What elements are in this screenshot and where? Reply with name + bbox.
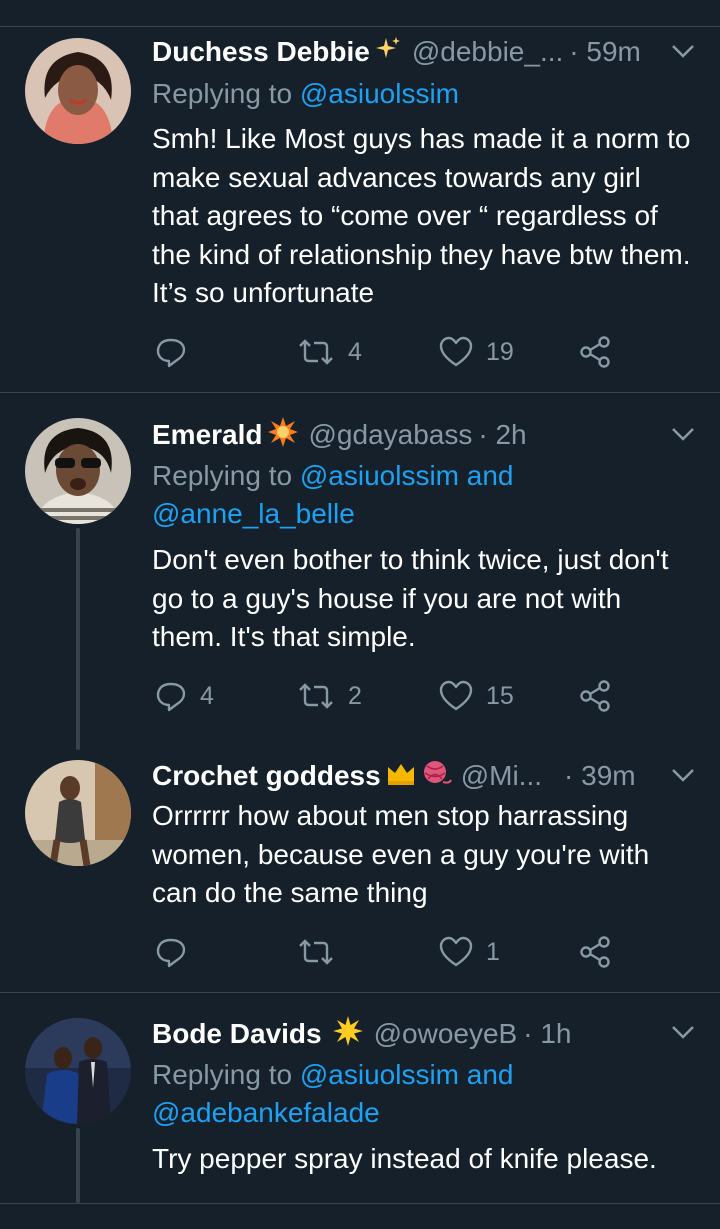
- reply-icon: [156, 338, 186, 368]
- star-icon: [332, 1015, 364, 1054]
- replying-label: Replying to: [152, 1059, 300, 1090]
- action-bar: 4 2 15: [152, 676, 700, 716]
- share-button[interactable]: [578, 932, 612, 972]
- retweet-count: 2: [348, 681, 362, 710]
- thread-connector: [76, 1128, 80, 1203]
- heart-icon: [439, 680, 473, 711]
- timestamp[interactable]: · 2h: [478, 419, 526, 451]
- mention-link[interactable]: @asiuolssim: [300, 78, 459, 109]
- sparkles-icon: [374, 35, 402, 70]
- replying-label: Replying to: [152, 78, 300, 109]
- display-name[interactable]: Bode Davids: [152, 1018, 322, 1050]
- display-name[interactable]: Duchess Debbie: [152, 36, 370, 68]
- like-button[interactable]: 19: [438, 332, 514, 372]
- heart-icon: [439, 336, 473, 367]
- avatar[interactable]: [25, 760, 131, 866]
- tweet-text: Try pepper spray instead of knife please…: [152, 1143, 657, 1174]
- share-icon: [580, 336, 610, 368]
- like-count: 15: [486, 681, 514, 710]
- share-icon: [580, 936, 610, 968]
- share-icon: [580, 680, 610, 712]
- tweet-header: Emerald @gdayabass · 2h: [152, 415, 700, 455]
- like-count: 1: [486, 937, 500, 966]
- chevron-down-icon[interactable]: [668, 419, 698, 449]
- replying-to: Replying to @asiuolssim and @adebankefal…: [152, 1056, 572, 1132]
- chevron-down-icon[interactable]: [668, 1017, 698, 1047]
- timestamp[interactable]: · 59m: [569, 36, 641, 68]
- reply-count: 4: [200, 681, 214, 710]
- retweet-icon: [299, 683, 333, 709]
- reply-button[interactable]: 4: [154, 676, 214, 716]
- crown-icon: [385, 759, 417, 794]
- tweet-bode-davids[interactable]: Bode Davids @owoeyeB · 1h Replying to @a…: [0, 993, 720, 1203]
- retweet-count: 4: [348, 337, 362, 366]
- yarn-icon: [421, 758, 453, 795]
- reply-icon: [156, 682, 186, 712]
- tweet-crochet-goddess[interactable]: Crochet goddess @Mi... · 39m Orrrrrr how…: [0, 750, 720, 992]
- divider: [0, 1203, 720, 1204]
- tweet-emerald[interactable]: Emerald @gdayabass · 2h Replying to @asi…: [0, 393, 720, 750]
- user-handle[interactable]: @owoeyeB: [374, 1018, 518, 1050]
- timestamp[interactable]: · 39m: [564, 760, 636, 792]
- replying-label: Replying to: [152, 460, 300, 491]
- like-count: 19: [486, 337, 514, 366]
- tweet-text: Smh! Like Most guys has made it a norm t…: [152, 123, 691, 308]
- retweet-button[interactable]: [296, 932, 348, 972]
- reply-icon: [156, 938, 186, 968]
- share-button[interactable]: [578, 332, 612, 372]
- tweet-duchess-debbie[interactable]: Duchess Debbie @debbie_... · 59m Replyin…: [0, 0, 720, 392]
- reply-button[interactable]: [154, 332, 200, 372]
- tweet-text: Orrrrrr how about men stop harrassing wo…: [152, 800, 650, 908]
- replying-to: Replying to @asiuolssim and @anne_la_bel…: [152, 457, 572, 533]
- share-button[interactable]: [578, 676, 612, 716]
- like-button[interactable]: 1: [438, 932, 500, 972]
- retweet-icon: [299, 339, 333, 365]
- user-handle[interactable]: @Mi...: [461, 760, 542, 792]
- avatar[interactable]: [25, 1018, 131, 1124]
- replying-to: Replying to @asiuolssim: [152, 75, 690, 113]
- collision-icon: [267, 416, 299, 455]
- avatar[interactable]: [25, 38, 131, 144]
- timestamp[interactable]: · 1h: [523, 1018, 571, 1050]
- reply-button[interactable]: [154, 932, 200, 972]
- tweet-header: Crochet goddess @Mi... · 39m: [152, 756, 700, 796]
- user-handle[interactable]: @debbie_...: [412, 36, 563, 68]
- thread-connector: [76, 528, 80, 750]
- tweet-header: Duchess Debbie @debbie_... · 59m: [152, 32, 700, 72]
- avatar[interactable]: [25, 418, 131, 524]
- retweet-button[interactable]: 4: [296, 332, 362, 372]
- chevron-down-icon[interactable]: [668, 760, 698, 790]
- display-name[interactable]: Crochet goddess: [152, 760, 381, 792]
- user-handle[interactable]: @gdayabass: [309, 419, 473, 451]
- action-bar: 1: [152, 932, 700, 972]
- display-name[interactable]: Emerald: [152, 419, 263, 451]
- retweet-button[interactable]: 2: [296, 676, 362, 716]
- action-bar: 4 19: [152, 332, 700, 372]
- like-button[interactable]: 15: [438, 676, 514, 716]
- chevron-down-icon[interactable]: [668, 36, 698, 66]
- tweet-header: Bode Davids @owoeyeB · 1h: [152, 1014, 700, 1054]
- heart-icon: [439, 936, 473, 967]
- retweet-icon: [299, 939, 333, 965]
- tweet-text: Don't even bother to think twice, just d…: [152, 544, 669, 652]
